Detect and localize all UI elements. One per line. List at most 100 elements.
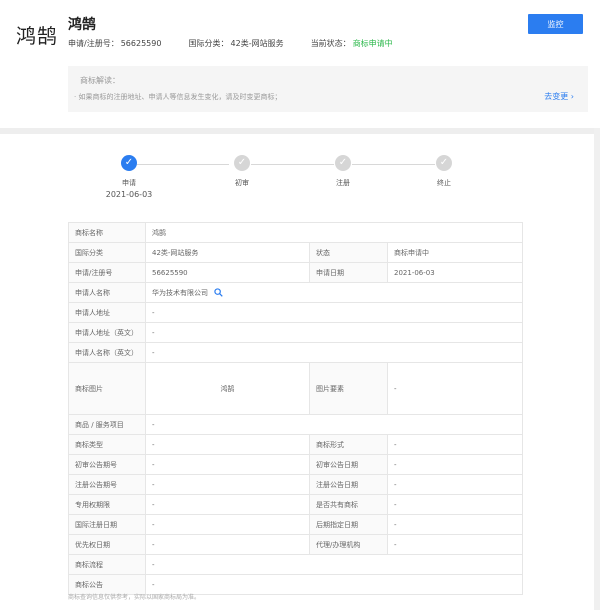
- progress-steps: ✓ 申请 2021-06-03 ✓ 初审 ✓ 注册 ✓ 终止: [0, 150, 600, 200]
- table-label: 优先权日期: [68, 534, 146, 555]
- table-label: 国际注册日期: [68, 514, 146, 535]
- check-icon: ✓: [234, 155, 250, 171]
- step-apply: ✓ 申请 2021-06-03: [89, 155, 169, 199]
- table-label: 申请人地址（英文）: [68, 322, 146, 343]
- table-value: -: [145, 494, 310, 515]
- meta-row: 申请/注册号： 56625590 国际分类： 42类-网站服务 当前状态： 商标申请中: [68, 38, 395, 49]
- check-icon: ✓: [121, 155, 137, 171]
- table-value: -: [145, 454, 310, 475]
- notice-title: 商标解读：: [80, 76, 120, 85]
- table-row: 商标流程 -: [68, 554, 523, 575]
- table-label: 商标类型: [68, 434, 146, 455]
- watch-button[interactable]: 监控: [528, 14, 583, 34]
- step-label: 初审: [235, 179, 249, 187]
- table-label: 专用权期限: [68, 494, 146, 515]
- table-label: 商标图片: [68, 362, 146, 415]
- status-label: 当前状态：: [310, 39, 351, 48]
- table-label: 申请人地址: [68, 302, 146, 323]
- step-prelim: ✓ 初审: [202, 155, 282, 188]
- table-label: 国际分类: [68, 242, 146, 263]
- table-value: -: [145, 574, 523, 595]
- notice-body: · 如果商标的注册地址、申请人等信息发生变化，请及时变更商标；: [74, 93, 282, 101]
- table-label: 申请/注册号: [68, 262, 146, 283]
- table-row: 注册公告期号 - 注册公告日期 -: [68, 474, 523, 495]
- table-value: 鸿鹄: [145, 222, 523, 243]
- table-row: 申请/注册号 56625590 申请日期 2021-06-03: [68, 262, 523, 283]
- table-value: -: [145, 414, 523, 435]
- table-label: 商标流程: [68, 554, 146, 575]
- table-value: -: [145, 514, 310, 535]
- table-value: -: [387, 474, 523, 495]
- table-row: 商标图片 鸿鹄 图片要素 -: [68, 362, 523, 415]
- notice-box: 商标解读： · 如果商标的注册地址、申请人等信息发生变化，请及时变更商标； 去变…: [68, 66, 588, 112]
- table-value: -: [387, 514, 523, 535]
- step-date: 2021-06-03: [105, 190, 153, 199]
- check-icon: ✓: [436, 155, 452, 171]
- table-label: 初审公告期号: [68, 454, 146, 475]
- table-row: 申请人地址（英文） -: [68, 322, 523, 343]
- table-value: -: [387, 454, 523, 475]
- table-value: -: [387, 362, 523, 415]
- table-label: 申请人名称: [68, 282, 146, 303]
- table-row: 商标名称 鸿鹄: [68, 222, 523, 243]
- table-value: 42类-网站服务: [145, 242, 310, 263]
- reg-no-label: 申请/注册号：: [68, 39, 119, 48]
- class-label: 国际分类：: [188, 39, 229, 48]
- scrollbar-track[interactable]: [594, 128, 600, 610]
- table-value: -: [145, 302, 523, 323]
- table-label: 代理/办理机构: [309, 534, 388, 555]
- search-icon[interactable]: [214, 288, 223, 297]
- trademark-image: 鸿鹄: [145, 362, 310, 415]
- table-row: 国际注册日期 - 后期指定日期 -: [68, 514, 523, 535]
- step-label: 申请: [122, 179, 136, 187]
- table-label: 商标形式: [309, 434, 388, 455]
- trademark-logo: 鸿鹄: [16, 24, 58, 48]
- table-row: 商品 / 服务项目 -: [68, 414, 523, 435]
- table-label: 注册公告日期: [309, 474, 388, 495]
- table-value: -: [145, 322, 523, 343]
- check-icon: ✓: [335, 155, 351, 171]
- table-label: 商标名称: [68, 222, 146, 243]
- page-title: 鸿鹄: [68, 17, 96, 33]
- status-badge: 商标申请中: [387, 242, 523, 263]
- step-register: ✓ 注册: [303, 155, 383, 188]
- class-value: 42类-网站服务: [230, 39, 284, 48]
- table-value: -: [387, 434, 523, 455]
- table-label: 申请人名称（英文）: [68, 342, 146, 363]
- step-label: 注册: [336, 179, 350, 187]
- table-value: -: [145, 474, 310, 495]
- table-value: 56625590: [145, 262, 310, 283]
- footnote: 商标查询信息仅供参考，实际以国家商标局为准。: [68, 594, 201, 601]
- table-label: 后期指定日期: [309, 514, 388, 535]
- section-divider: [0, 128, 600, 134]
- table-value: 2021-06-03: [387, 262, 523, 283]
- reg-no-value: 56625590: [120, 39, 162, 48]
- table-row: 优先权日期 - 代理/办理机构 -: [68, 534, 523, 555]
- trademark-header: 鸿鹄 鸿鹄 申请/注册号： 56625590 国际分类： 42类-网站服务 当前状态…: [0, 0, 600, 128]
- table-label: 初审公告日期: [309, 454, 388, 475]
- table-row: 专用权期限 - 是否共有商标 -: [68, 494, 523, 515]
- step-terminate: ✓ 终止: [404, 155, 484, 188]
- table-value: -: [145, 434, 310, 455]
- status-badge: 商标申请中: [352, 39, 393, 48]
- table-row: 商标类型 - 商标形式 -: [68, 434, 523, 455]
- table-row: 申请人名称（英文） -: [68, 342, 523, 363]
- table-label: 图片要素: [309, 362, 388, 415]
- step-label: 终止: [437, 179, 451, 187]
- table-value: -: [387, 494, 523, 515]
- table-label: 是否共有商标: [309, 494, 388, 515]
- table-row: 申请人名称 华为技术有限公司: [68, 282, 523, 303]
- table-label: 状态: [309, 242, 388, 263]
- table-value: -: [145, 554, 523, 575]
- table-value: -: [145, 342, 523, 363]
- table-value: -: [387, 534, 523, 555]
- applicant-cell: 华为技术有限公司: [145, 282, 523, 303]
- applicant-link[interactable]: 华为技术有限公司: [152, 289, 208, 297]
- go-change-link[interactable]: 去变更 ›: [544, 91, 574, 102]
- table-row: 初审公告期号 - 初审公告日期 -: [68, 454, 523, 475]
- table-row: 国际分类 42类-网站服务 状态 商标申请中: [68, 242, 523, 263]
- trademark-info-table: 商标名称 鸿鹄 国际分类 42类-网站服务 状态 商标申请中 申请/注册号 56…: [68, 222, 523, 595]
- table-label: 注册公告期号: [68, 474, 146, 495]
- table-row: 申请人地址 -: [68, 302, 523, 323]
- table-label: 申请日期: [309, 262, 388, 283]
